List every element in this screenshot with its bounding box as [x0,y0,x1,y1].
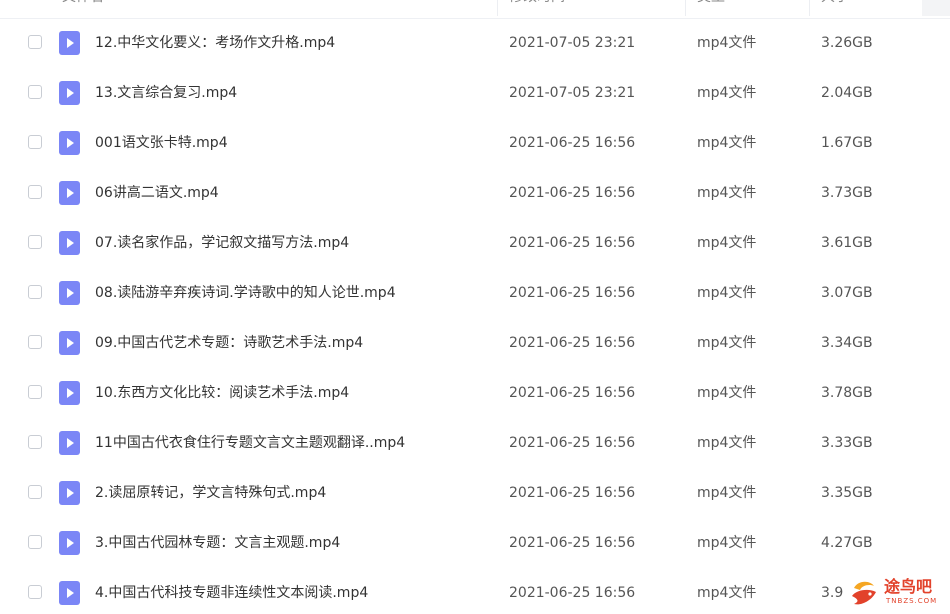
video-file-icon [59,231,80,255]
modified-time: 2021-07-05 23:21 [509,35,636,51]
file-list-page: 文件名 修改时间 类型 大小 12.中华文化要义：考场作文升格.mp4 2021… [0,0,950,614]
file-name[interactable]: 10.东西方文化比较：阅读艺术手法.mp4 [95,383,349,403]
modified-time: 2021-06-25 16:56 [509,135,636,151]
modified-time: 2021-06-25 16:56 [509,585,636,601]
column-divider[interactable] [497,0,498,16]
table-row[interactable]: 12.中华文化要义：考场作文升格.mp4 2021-07-05 23:21 mp… [0,18,950,68]
file-type: mp4文件 [697,385,757,401]
file-name[interactable]: 12.中华文化要义：考场作文升格.mp4 [95,33,335,53]
column-divider[interactable] [809,0,810,16]
modified-time: 2021-06-25 16:56 [509,385,636,401]
modified-time: 2021-06-25 16:56 [509,435,636,451]
file-size: 3.9 [821,585,844,601]
video-file-icon [59,281,80,305]
file-name[interactable]: 001语文张卡特.mp4 [95,133,228,153]
bird-logo-icon [852,581,876,605]
file-type: mp4文件 [697,85,757,101]
watermark: 途鸟吧 TNBZS.COM [850,574,950,614]
video-file-icon [59,531,80,555]
file-size: 1.67GB [821,135,873,151]
file-name[interactable]: 11中国古代衣食住行专题文言文主题观翻译..mp4 [95,433,405,453]
file-name[interactable]: 2.读屈原转记，学文言特殊句式.mp4 [95,483,326,503]
file-name[interactable]: 07.读名家作品，学记叙文描写方法.mp4 [95,233,349,253]
row-checkbox[interactable] [28,485,42,499]
header-type[interactable]: 类型 [697,0,725,18]
table-row[interactable]: 08.读陆游辛弃疾诗词.学诗歌中的知人论世.mp4 2021-06-25 16:… [0,268,950,318]
file-name[interactable]: 08.读陆游辛弃疾诗词.学诗歌中的知人论世.mp4 [95,283,396,303]
file-type: mp4文件 [697,185,757,201]
table-row[interactable]: 001语文张卡特.mp4 2021-06-25 16:56 mp4文件 1.67… [0,118,950,168]
file-size: 3.26GB [821,35,873,51]
file-size: 3.34GB [821,335,873,351]
file-type: mp4文件 [697,285,757,301]
row-checkbox[interactable] [28,535,42,549]
header-name[interactable]: 文件名 [62,0,104,18]
file-name[interactable]: 4.中国古代科技专题非连续性文本阅读.mp4 [95,583,368,603]
file-type: mp4文件 [697,235,757,251]
table-row[interactable]: 07.读名家作品，学记叙文描写方法.mp4 2021-06-25 16:56 m… [0,218,950,268]
table-row[interactable]: 06讲高二语文.mp4 2021-06-25 16:56 mp4文件 3.73G… [0,168,950,218]
table-row[interactable]: 4.中国古代科技专题非连续性文本阅读.mp4 2021-06-25 16:56 … [0,568,950,614]
table-row[interactable]: 10.东西方文化比较：阅读艺术手法.mp4 2021-06-25 16:56 m… [0,368,950,418]
file-type: mp4文件 [697,135,757,151]
row-checkbox[interactable] [28,135,42,149]
file-size: 4.27GB [821,535,873,551]
modified-time: 2021-06-25 16:56 [509,185,636,201]
row-checkbox[interactable] [28,585,42,599]
row-checkbox[interactable] [28,435,42,449]
file-size: 3.35GB [821,485,873,501]
file-size: 2.04GB [821,85,873,101]
column-divider[interactable] [685,0,686,16]
header-modified[interactable]: 修改时间 [509,0,565,18]
row-checkbox[interactable] [28,335,42,349]
file-size: 3.61GB [821,235,873,251]
file-name[interactable]: 06讲高二语文.mp4 [95,183,219,203]
row-checkbox[interactable] [28,285,42,299]
video-file-icon [59,381,80,405]
table-row[interactable]: 2.读屈原转记，学文言特殊句式.mp4 2021-06-25 16:56 mp4… [0,468,950,518]
file-name[interactable]: 3.中国古代园林专题：文言主观题.mp4 [95,533,340,553]
row-checkbox[interactable] [28,385,42,399]
row-checkbox[interactable] [28,35,42,49]
video-file-icon [59,431,80,455]
table-row[interactable]: 13.文言综合复习.mp4 2021-07-05 23:21 mp4文件 2.0… [0,68,950,118]
file-type: mp4文件 [697,485,757,501]
file-name[interactable]: 09.中国古代艺术专题：诗歌艺术手法.mp4 [95,333,363,353]
video-file-icon [59,331,80,355]
video-file-icon [59,181,80,205]
modified-time: 2021-06-25 16:56 [509,285,636,301]
file-type: mp4文件 [697,585,757,601]
modified-time: 2021-06-25 16:56 [509,335,636,351]
modified-time: 2021-06-25 16:56 [509,485,636,501]
file-size: 3.78GB [821,385,873,401]
video-file-icon [59,31,80,55]
file-size: 3.73GB [821,185,873,201]
file-name[interactable]: 13.文言综合复习.mp4 [95,83,237,103]
modified-time: 2021-07-05 23:21 [509,85,636,101]
modified-time: 2021-06-25 16:56 [509,535,636,551]
row-checkbox[interactable] [28,235,42,249]
table-row[interactable]: 3.中国古代园林专题：文言主观题.mp4 2021-06-25 16:56 mp… [0,518,950,568]
file-type: mp4文件 [697,535,757,551]
table-header: 文件名 修改时间 类型 大小 [0,0,950,19]
file-type: mp4文件 [697,35,757,51]
file-size: 3.07GB [821,285,873,301]
video-file-icon [59,481,80,505]
video-file-icon [59,81,80,105]
file-type: mp4文件 [697,435,757,451]
scrollbar[interactable] [922,0,950,16]
row-checkbox[interactable] [28,185,42,199]
row-checkbox[interactable] [28,85,42,99]
file-type: mp4文件 [697,335,757,351]
file-size: 3.33GB [821,435,873,451]
modified-time: 2021-06-25 16:56 [509,235,636,251]
video-file-icon [59,581,80,605]
table-row[interactable]: 09.中国古代艺术专题：诗歌艺术手法.mp4 2021-06-25 16:56 … [0,318,950,368]
header-size[interactable]: 大小 [821,0,849,18]
table-row[interactable]: 11中国古代衣食住行专题文言文主题观翻译..mp4 2021-06-25 16:… [0,418,950,468]
watermark-subtext: TNBZS.COM [886,597,938,605]
watermark-text: 途鸟吧 [884,577,933,596]
video-file-icon [59,131,80,155]
